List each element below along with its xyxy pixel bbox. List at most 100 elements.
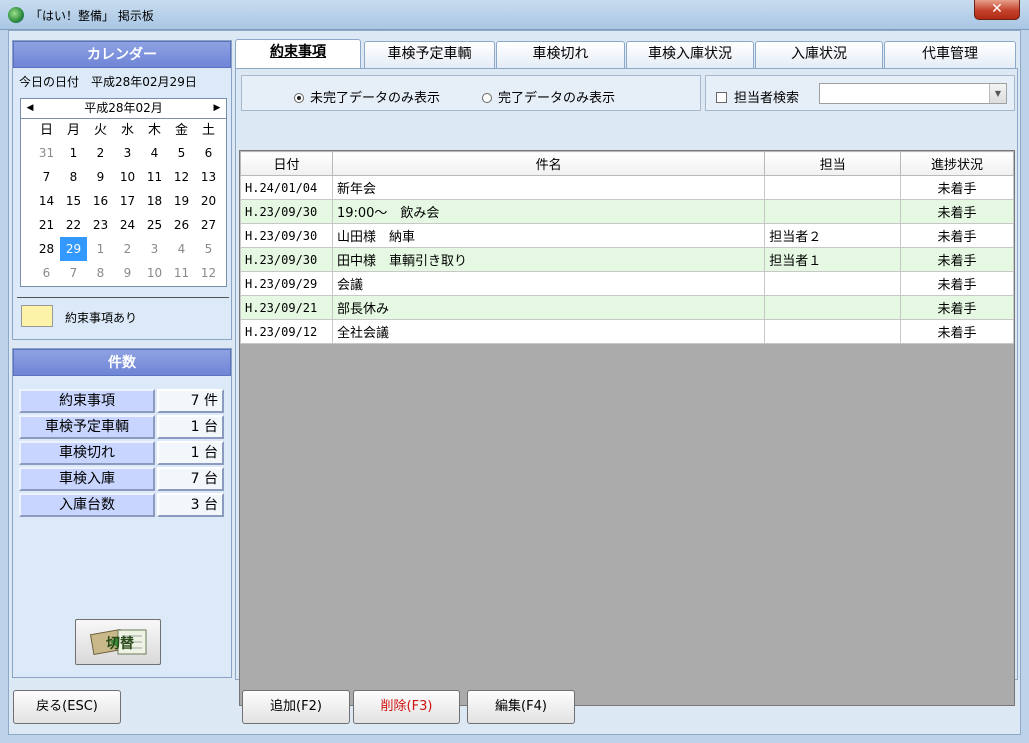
person-search-label: 担当者検索 [734, 91, 800, 106]
calendar-day[interactable]: 12 [195, 261, 222, 285]
calendar-day[interactable]: 23 [87, 213, 114, 237]
radio-complete-only[interactable]: 完了データのみ表示 [482, 87, 615, 106]
calendar-panel: カレンダー 今日の日付 平成28年02月29日 ◀ 平成28年02月 ▶ 日月火水… [12, 40, 232, 340]
table-row[interactable]: H.23/09/12 全社会議 未着手 [240, 319, 1014, 344]
delete-button[interactable]: 削除(F3) [353, 690, 460, 724]
calendar-day[interactable]: 9 [87, 165, 114, 189]
calendar-day[interactable]: 8 [60, 165, 87, 189]
calendar-day[interactable]: 10 [114, 165, 141, 189]
calendar-day[interactable]: 2 [114, 237, 141, 261]
calendar-day[interactable]: 15 [60, 189, 87, 213]
cell-date: H.23/09/21 [240, 295, 333, 320]
calendar-day[interactable]: 9 [114, 261, 141, 285]
next-month-icon[interactable]: ▶ [210, 99, 224, 118]
cell-status: 未着手 [900, 199, 1014, 224]
count-value: 7 件 [157, 389, 224, 413]
switch-button[interactable]: 切替 [75, 619, 161, 665]
add-button[interactable]: 追加(F2) [242, 690, 350, 724]
radio-incomplete-only[interactable]: 未完了データのみ表示 [294, 87, 440, 106]
calendar-day[interactable]: 25 [141, 213, 168, 237]
app-globe-icon [8, 7, 24, 23]
cell-status: 未着手 [900, 223, 1014, 248]
calendar-day-selected[interactable]: 29 [60, 237, 87, 261]
calendar-day[interactable]: 11 [141, 165, 168, 189]
calendar-day[interactable]: 26 [168, 213, 195, 237]
tab-appointments[interactable]: 約束事項 [235, 39, 361, 69]
switch-label: 切替 [106, 636, 134, 652]
calendar-day[interactable]: 5 [195, 237, 222, 261]
calendar-day[interactable]: 24 [114, 213, 141, 237]
tab-loaner-management[interactable]: 代車管理 [884, 41, 1016, 68]
calendar-day[interactable]: 27 [195, 213, 222, 237]
calendar-day[interactable]: 6 [195, 141, 222, 165]
column-date[interactable]: 日付 [240, 151, 333, 176]
table-row[interactable]: H.23/09/30 山田様 納車 担当者２ 未着手 [240, 223, 1014, 248]
calendar-day[interactable]: 14 [33, 189, 60, 213]
count-value: 7 台 [157, 467, 224, 491]
cell-status: 未着手 [900, 247, 1014, 272]
calendar-day[interactable]: 10 [141, 261, 168, 285]
calendar-nav: ◀ 平成28年02月 ▶ [21, 99, 226, 119]
calendar-day[interactable]: 4 [141, 141, 168, 165]
close-button[interactable]: ✕ [974, 0, 1020, 20]
table-row[interactable]: H.23/09/30 田中様 車輌引き取り 担当者１ 未着手 [240, 247, 1014, 272]
column-person[interactable]: 担当 [764, 151, 902, 176]
calendar-day[interactable]: 11 [168, 261, 195, 285]
column-subject[interactable]: 件名 [331, 151, 766, 176]
title-bar: 「はい！整備」 掲示板 ✕ [0, 0, 1029, 30]
calendar-day[interactable]: 5 [168, 141, 195, 165]
weekday-header: 月 [66, 123, 80, 138]
weekday-header: 木 [147, 123, 161, 138]
calendar-day[interactable]: 16 [87, 189, 114, 213]
tab-entry-status[interactable]: 入庫状況 [755, 41, 883, 68]
calendar-day[interactable]: 17 [114, 189, 141, 213]
edit-button[interactable]: 編集(F4) [467, 690, 575, 724]
calendar-day[interactable]: 22 [60, 213, 87, 237]
calendar-day[interactable]: 12 [168, 165, 195, 189]
calendar-grid: 日月火水木金土 31 1 2 3 4 5 6 7 8 9 10 11 12 13 14 15 16 17 18 19 20… [33, 119, 226, 285]
cell-subject: 部長休み [331, 295, 766, 320]
count-list: 約束事項 7 件車検予定車輌 1 台車検切れ 1 台車検入庫 7 台入庫台数 3 台 [19, 389, 224, 519]
cell-person [764, 319, 902, 344]
calendar-day[interactable]: 13 [195, 165, 222, 189]
tab-panel-appointments: 未完了データのみ表示 完了データのみ表示 担当者検索 ▼ 日付 件名 担当 進捗… [235, 68, 1018, 706]
count-value: 3 台 [157, 493, 224, 517]
tab-inspection-entry[interactable]: 車検入庫状況 [626, 41, 754, 68]
cell-subject: 新年会 [331, 175, 766, 200]
chevron-down-icon[interactable]: ▼ [989, 84, 1006, 103]
calendar-day[interactable]: 2 [87, 141, 114, 165]
prev-month-icon[interactable]: ◀ [23, 99, 37, 118]
calendar-day[interactable]: 31 [33, 141, 60, 165]
table-header-row: 日付 件名 担当 進捗状況 [240, 151, 1014, 176]
person-select[interactable]: ▼ [819, 83, 1007, 104]
tab-inspection-expired[interactable]: 車検切れ [496, 41, 625, 68]
column-status[interactable]: 進捗状況 [900, 151, 1014, 176]
count-row: 入庫台数 3 台 [19, 493, 224, 519]
weekday-header: 水 [120, 123, 134, 138]
calendar-day[interactable]: 28 [33, 237, 60, 261]
calendar-day[interactable]: 8 [87, 261, 114, 285]
calendar-day[interactable]: 19 [168, 189, 195, 213]
calendar-day[interactable]: 7 [60, 261, 87, 285]
calendar-day[interactable]: 6 [33, 261, 60, 285]
calendar-day[interactable]: 1 [87, 237, 114, 261]
calendar-day[interactable]: 1 [60, 141, 87, 165]
calendar-day[interactable]: 4 [168, 237, 195, 261]
calendar-day[interactable]: 21 [33, 213, 60, 237]
person-search-checkbox[interactable]: 担当者検索 [716, 87, 799, 106]
calendar-day[interactable]: 18 [141, 189, 168, 213]
calendar-day[interactable]: 3 [114, 141, 141, 165]
calendar-day[interactable]: 7 [33, 165, 60, 189]
count-label: 車検入庫 [19, 467, 155, 491]
cell-subject: 田中様 車輌引き取り [331, 247, 766, 272]
table-row[interactable]: H.23/09/29 会議 未着手 [240, 271, 1014, 296]
cell-person: 担当者２ [764, 223, 902, 248]
calendar-day[interactable]: 3 [141, 237, 168, 261]
table-row[interactable]: H.23/09/21 部長休み 未着手 [240, 295, 1014, 320]
table-row[interactable]: H.24/01/04 新年会 未着手 [240, 175, 1014, 200]
table-row[interactable]: H.23/09/30 19:00～ 飲み会 未着手 [240, 199, 1014, 224]
radio-unchecked-icon [482, 93, 492, 103]
calendar-day[interactable]: 20 [195, 189, 222, 213]
tab-inspection-scheduled[interactable]: 車検予定車輌 [364, 41, 495, 68]
back-button[interactable]: 戻る(ESC) [13, 690, 121, 724]
